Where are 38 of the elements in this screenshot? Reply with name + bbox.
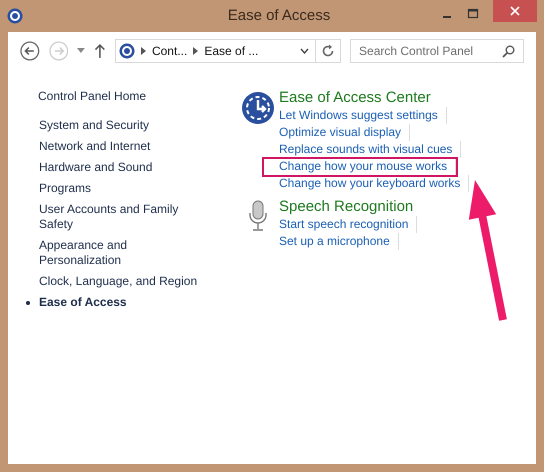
close-button[interactable] [493,0,537,22]
sidebar-item[interactable]: System and Security [39,118,199,133]
maximize-icon[interactable] [467,8,479,20]
sidebar-item[interactable]: User Accounts and Family Safety [39,202,199,232]
sidebar-item[interactable]: Hardware and Sound [39,160,199,175]
accessibility-icon [118,43,135,59]
sidebar-item[interactable]: Network and Internet [39,139,199,154]
task-link[interactable]: Change how your mouse works [279,158,456,175]
task-link[interactable]: Change how your keyboard works [279,175,470,192]
task-link[interactable]: Let Windows suggest settings [279,107,447,124]
task-link[interactable]: Set up a microphone [279,233,399,250]
chevron-down-icon[interactable] [300,48,310,54]
sidebar-item[interactable]: Appearance and Personalization [39,238,199,268]
microphone-icon [248,200,268,232]
close-icon [510,6,520,16]
address-bar[interactable]: Cont... Ease of ... [114,39,342,63]
task-link[interactable]: Start speech recognition [279,216,418,233]
dropdown-icon[interactable] [77,48,86,54]
search-field[interactable]: Search Control Panel [350,39,524,63]
section-heading-link[interactable]: Speech Recognition [279,198,414,216]
sidebar-link[interactable]: Control Panel Home [38,89,207,103]
section-heading-link[interactable]: Ease of Access Center [279,89,431,107]
up-arrow-icon[interactable] [94,43,106,59]
task-link[interactable]: Replace sounds with visual cues [279,141,462,158]
sidebar-item[interactable]: Programs [39,181,199,196]
back-icon[interactable] [20,41,40,61]
breadcrumb-arrow-icon [140,47,146,55]
accessibility-icon [7,8,23,24]
window-title: Ease of Access [228,7,330,24]
breadcrumb[interactable]: Ease of ... [204,44,258,58]
accessibility-icon [241,91,275,125]
breadcrumb-arrow-icon [193,47,198,55]
sidebar-item[interactable]: Clock, Language, and Region [39,274,199,289]
search-icon [502,45,516,58]
sidebar-item[interactable]: Ease of Access [39,295,199,310]
breadcrumb[interactable]: Cont... [152,44,188,58]
task-link[interactable]: Optimize visual display [279,124,410,141]
refresh-icon[interactable] [321,44,336,58]
